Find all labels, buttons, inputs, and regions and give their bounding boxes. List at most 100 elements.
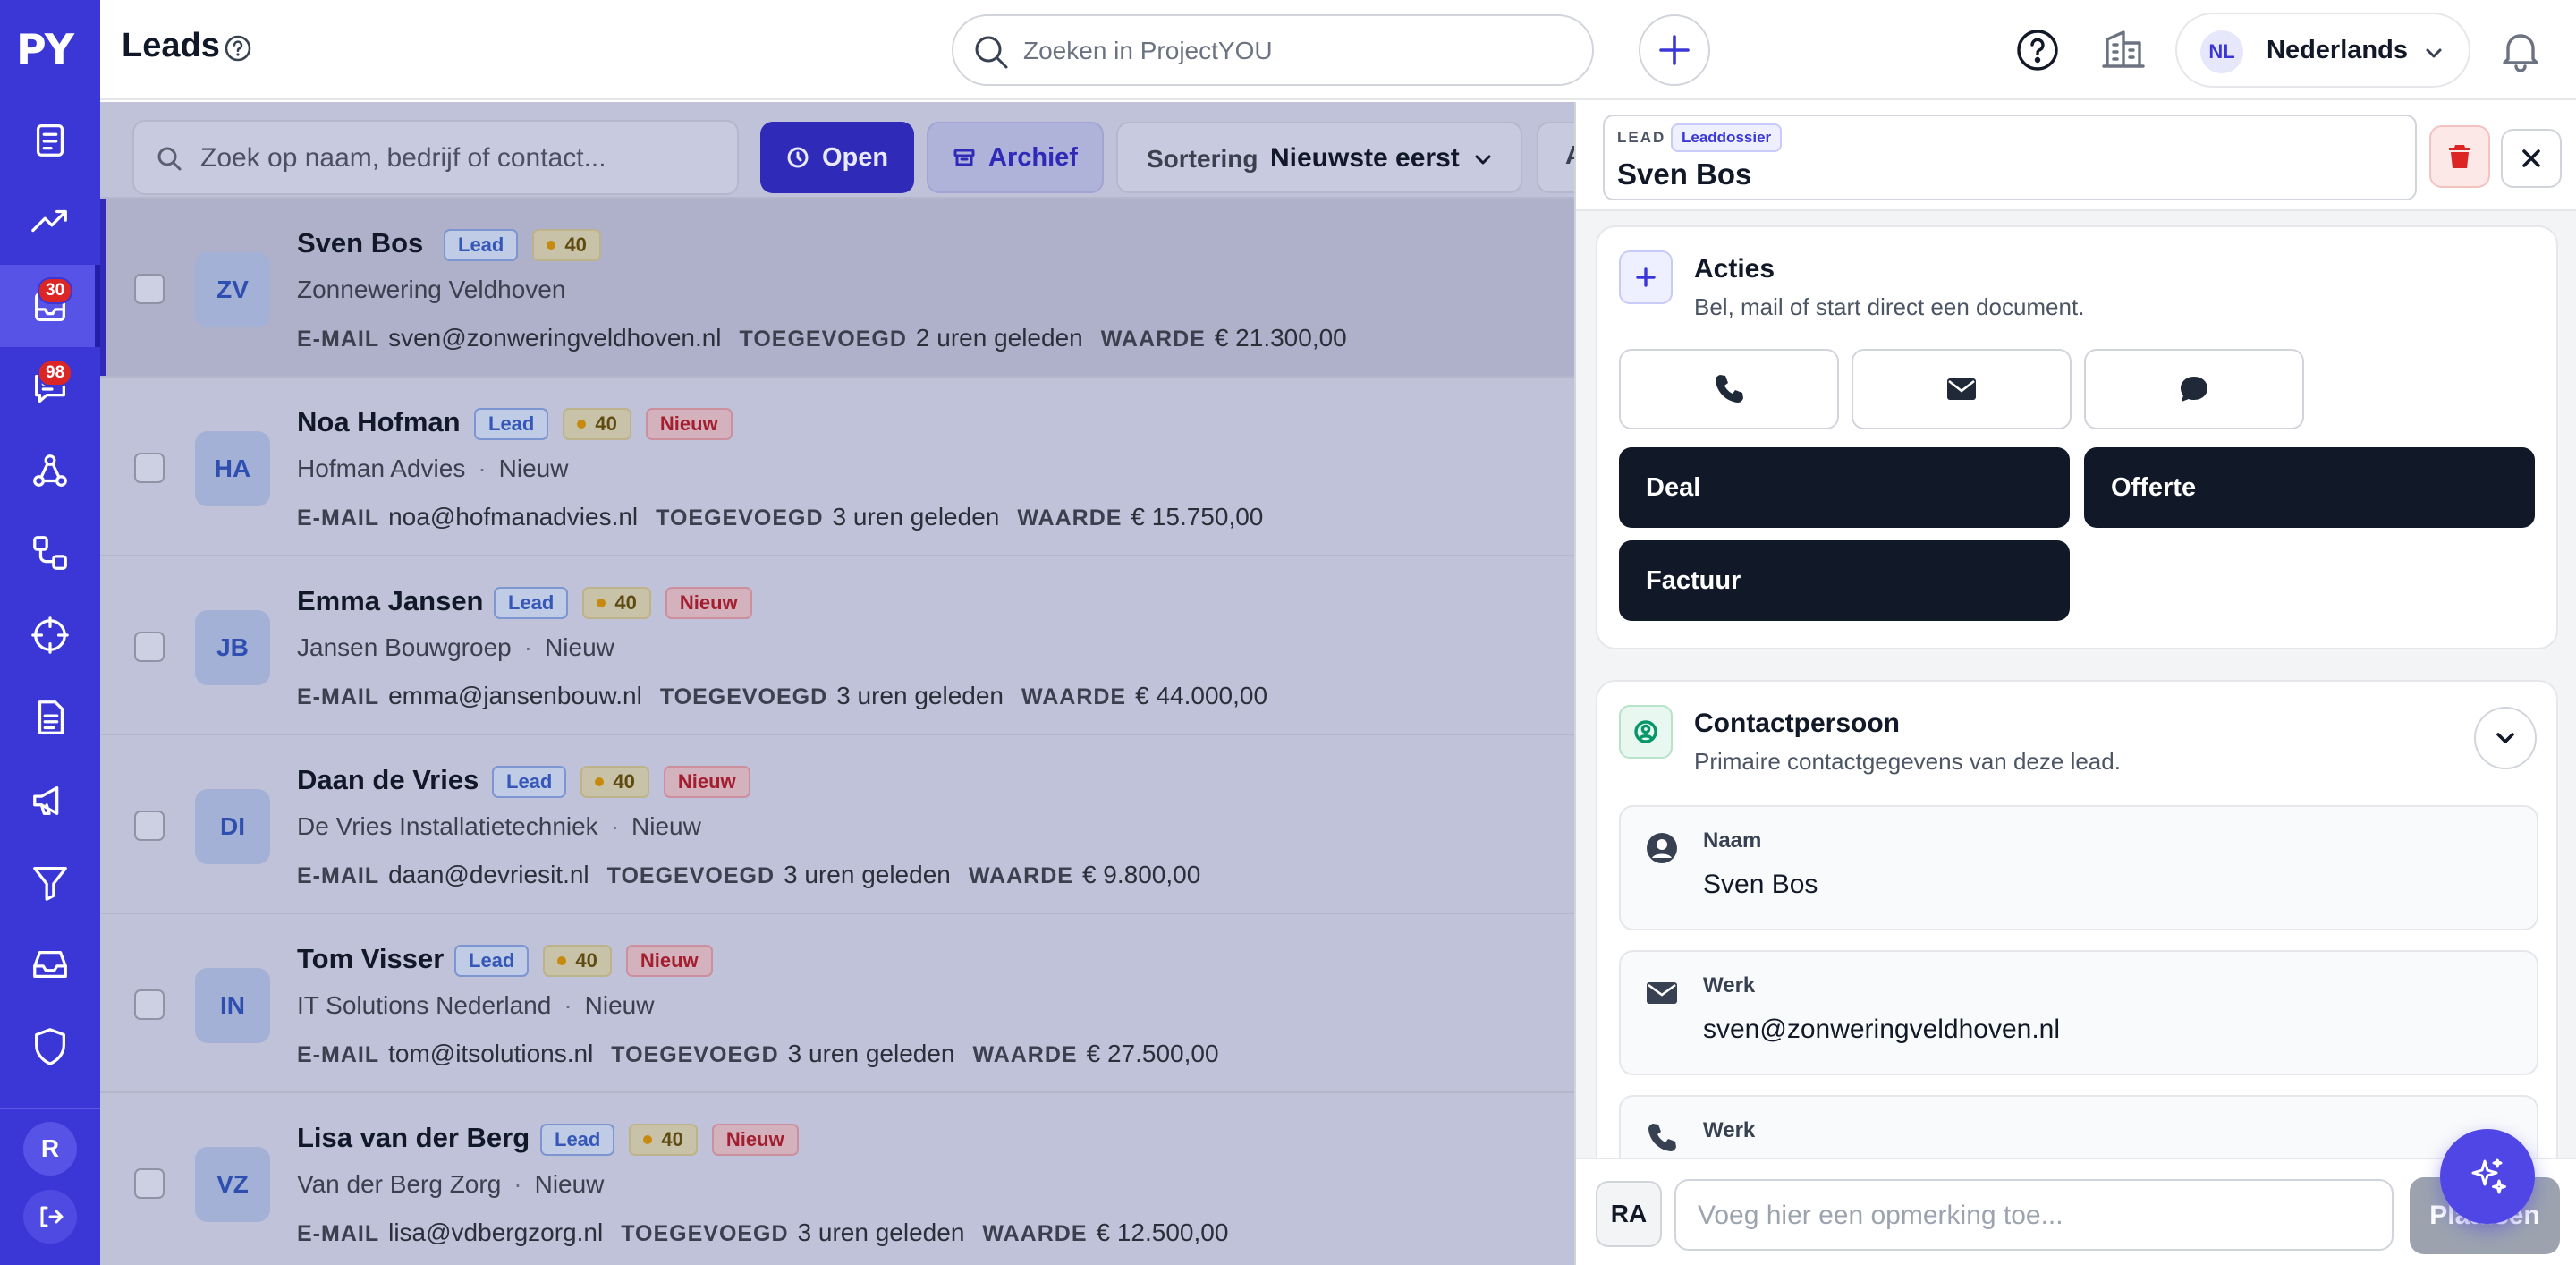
company-button[interactable]: [2100, 27, 2147, 73]
lead-email-meta: E-MAIL tom@itsolutions.nl: [297, 1040, 593, 1068]
lead-email: emma@jansenbouw.nl: [388, 682, 642, 709]
contact-email-field[interactable]: Werk sven@zonweringveldhoven.nl: [1619, 950, 2538, 1075]
lead-meta: E-MAIL emma@jansenbouw.nl TOEGEVOEGD 3 uren…: [297, 682, 1267, 710]
sidebar-item-marketing[interactable]: [0, 759, 100, 841]
sidebar-item-dashboard[interactable]: [0, 181, 100, 263]
sidebar-item-leads[interactable]: 30: [0, 265, 100, 347]
filter-archive-button[interactable]: Archief: [927, 122, 1104, 193]
deal-button[interactable]: Deal: [1619, 447, 2070, 528]
sidebar-item-security[interactable]: [0, 1006, 100, 1088]
lead-meta: E-MAIL lisa@vdbergzorg.nl TOEGEVOEGD 3 uren…: [297, 1218, 1228, 1247]
separator-dot: ·: [564, 991, 572, 1019]
quote-button[interactable]: Offerte: [2084, 447, 2535, 528]
lead-type-badge: Lead: [540, 1124, 615, 1156]
lead-score-badge: 40: [563, 408, 631, 440]
contact-name-field[interactable]: Naam Sven Bos: [1619, 805, 2538, 930]
filter-open-button[interactable]: Open: [760, 122, 914, 193]
row-checkbox[interactable]: [134, 274, 165, 304]
plus-icon: [1659, 35, 1690, 65]
sidebar-item-inbox[interactable]: [0, 923, 100, 1006]
lead-row[interactable]: IN Tom Visser Lead 40 Nieuw IT Solutions Nede…: [100, 913, 1574, 1091]
inbox-tray-icon: [33, 950, 67, 979]
sidebar-item-tasks[interactable]: [0, 98, 100, 181]
sidebar-item-network[interactable]: [0, 429, 100, 512]
sidebar-item-workflow[interactable]: [0, 512, 100, 594]
lead-name[interactable]: Sven Bos: [297, 227, 423, 259]
messages-count-badge: 98: [38, 360, 73, 386]
leads-list: Open Archief Sortering Nieuwste eerst A …: [100, 102, 1590, 1265]
ai-assistant-button[interactable]: [2440, 1129, 2535, 1224]
lead-status-badge: Nieuw: [625, 945, 713, 977]
row-checkbox[interactable]: [134, 989, 165, 1020]
email-label: E-MAIL: [297, 863, 380, 888]
comment-input[interactable]: [1698, 1193, 2377, 1238]
email-label: E-MAIL: [297, 505, 380, 531]
lead-score-value: 40: [564, 233, 587, 256]
search-icon: [157, 147, 182, 171]
leads-search[interactable]: [132, 120, 739, 195]
lead-name[interactable]: Daan de Vries: [297, 764, 479, 796]
app-logo[interactable]: PY: [16, 25, 84, 73]
mail-icon: [1644, 975, 1680, 1011]
lead-added-meta: TOEGEVOEGD 3 uren geleden: [611, 1040, 954, 1068]
row-checkbox[interactable]: [134, 632, 165, 662]
lead-row[interactable]: ZV Sven Bos Lead 40 Zonnewering Veldhoven E-M…: [100, 197, 1574, 376]
sidebar-item-messages[interactable]: 98: [0, 347, 100, 429]
added-label: TOEGEVOEGD: [739, 327, 907, 352]
email-button[interactable]: [1852, 349, 2072, 429]
mail-icon: [1947, 378, 1976, 400]
row-checkbox[interactable]: [134, 811, 165, 841]
sort-label: Sortering: [1147, 145, 1258, 173]
chat-button[interactable]: [2084, 349, 2304, 429]
lead-score-badge: 40: [582, 587, 651, 619]
row-checkbox[interactable]: [134, 453, 165, 483]
contact-phone-field[interactable]: Werk: [1619, 1095, 2538, 1158]
comment-field[interactable]: [1674, 1179, 2394, 1251]
lead-badges: Lead 40 Nieuw: [492, 766, 750, 798]
lead-email: tom@itsolutions.nl: [388, 1040, 594, 1067]
lead-name[interactable]: Lisa van der Berg: [297, 1122, 530, 1154]
language-selector[interactable]: NL Nederlands: [2175, 13, 2470, 88]
logout-button[interactable]: [23, 1190, 77, 1244]
lead-email-meta: E-MAIL lisa@vdbergzorg.nl: [297, 1218, 603, 1247]
lead-row[interactable]: HA Noa Hofman Lead 40 Nieuw Hofman Advies · Nie…: [100, 376, 1574, 555]
lead-row[interactable]: VZ Lisa van der Berg Lead 40 Nieuw Van der Be…: [100, 1091, 1574, 1265]
user-avatar[interactable]: R: [23, 1122, 77, 1176]
score-dot-icon: [547, 241, 556, 250]
collapse-contact-button[interactable]: [2474, 707, 2537, 769]
lead-initials-avatar: IN: [195, 968, 270, 1043]
close-drawer-button[interactable]: [2501, 129, 2562, 188]
global-search[interactable]: [952, 14, 1594, 86]
lead-name[interactable]: Noa Hofman: [297, 406, 461, 438]
lead-name[interactable]: Tom Visser: [297, 943, 444, 975]
lead-score-badge: 40: [580, 766, 649, 798]
call-button[interactable]: [1619, 349, 1839, 429]
lead-row[interactable]: JB Emma Jansen Lead 40 Nieuw Jansen Bouwgroep…: [100, 555, 1574, 734]
help-circle-icon[interactable]: [224, 34, 252, 63]
lead-title-field[interactable]: LEAD Leaddossier Sven Bos: [1603, 115, 2417, 200]
sidebar-item-funnel[interactable]: [0, 841, 100, 923]
leads-search-input[interactable]: [200, 136, 719, 181]
actions-title: Acties: [1694, 254, 1775, 284]
sort-dropdown[interactable]: Sortering Nieuwste eerst: [1116, 122, 1522, 193]
lead-subline: IT Solutions Nederland · Nieuw: [297, 991, 654, 1020]
email-label: E-MAIL: [297, 1221, 380, 1246]
notifications-button[interactable]: [2497, 27, 2544, 73]
row-checkbox[interactable]: [134, 1168, 165, 1199]
lead-detail-drawer: LEAD Leaddossier Sven Bos Acties Bel, ma…: [1574, 102, 2576, 1265]
lead-name[interactable]: Emma Jansen: [297, 585, 484, 617]
bell-icon: [2503, 34, 2538, 72]
invoice-button[interactable]: Factuur: [1619, 540, 2070, 621]
sidebar-item-goals[interactable]: [0, 594, 100, 676]
sidebar-divider: [0, 1108, 100, 1109]
create-new-button[interactable]: [1639, 14, 1710, 86]
global-search-input[interactable]: [1023, 29, 1560, 73]
lead-row[interactable]: DI Daan de Vries Lead 40 Nieuw De Vries Insta…: [100, 734, 1574, 913]
help-icon: [2017, 30, 2058, 71]
help-button[interactable]: [2014, 27, 2061, 73]
lead-substatus: Nieuw: [584, 991, 655, 1019]
sidebar-item-documents[interactable]: [0, 676, 100, 759]
lead-value-meta: WAARDE € 12.500,00: [982, 1218, 1228, 1247]
lead-initials-avatar: JB: [195, 610, 270, 685]
delete-lead-button[interactable]: [2429, 125, 2490, 188]
